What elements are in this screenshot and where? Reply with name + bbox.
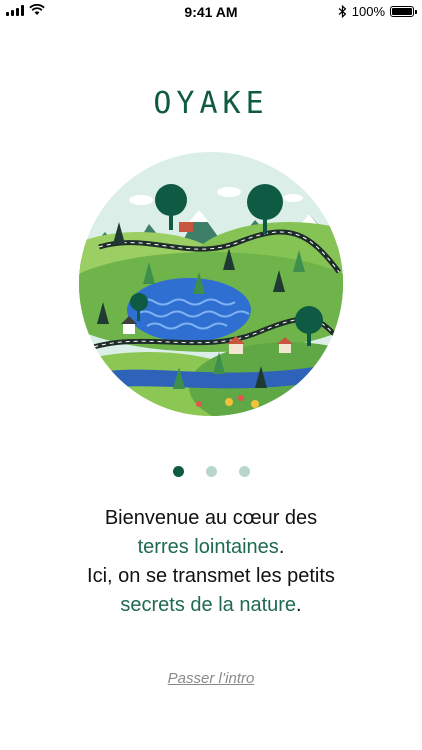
intro-highlight-2: secrets de la nature (120, 594, 297, 616)
intro-line-4: secrets de la nature. (0, 591, 422, 620)
landscape-illustration (79, 152, 343, 416)
battery-icon (390, 6, 417, 17)
status-right: 100% (338, 4, 417, 19)
intro-line-2: terres lointaines. (0, 533, 422, 562)
bluetooth-icon (338, 5, 347, 18)
intro-line-3: Ici, on se transmet les petits (87, 565, 335, 587)
page-indicator (0, 466, 422, 477)
skip-intro-link[interactable]: Passer l’intro (0, 670, 422, 687)
intro-line-1: Bienvenue au cœur des (104, 507, 318, 529)
app-logo: OYAKE (153, 86, 269, 121)
status-bar: 9:41 AM 100% (0, 0, 422, 24)
intro-highlight-1: terres lointaines (137, 536, 279, 558)
page-dot-2[interactable] (205, 466, 217, 477)
intro-line-4-suffix: . (296, 594, 302, 616)
intro-message: Bienvenue au cœur des terres lointaines.… (0, 504, 422, 620)
intro-line-2-suffix: . (278, 536, 285, 558)
page-dot-1[interactable] (172, 466, 184, 477)
page-dot-3[interactable] (238, 466, 250, 477)
battery-percent: 100% (351, 4, 385, 19)
